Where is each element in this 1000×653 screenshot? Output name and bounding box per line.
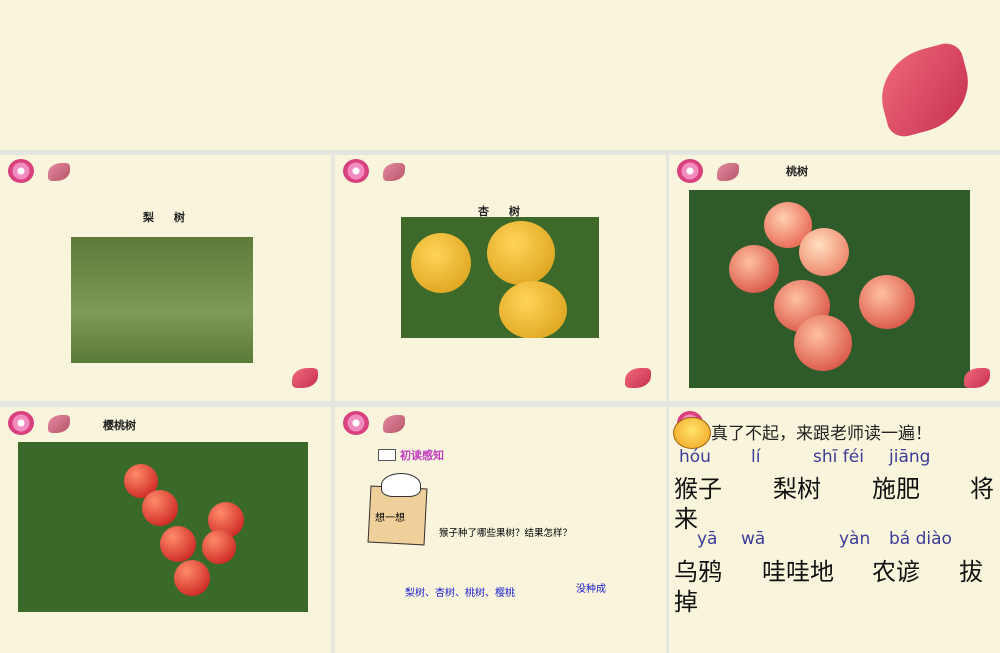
word: 农谚: [872, 558, 920, 586]
word: 哇哇地: [762, 558, 834, 586]
pinyin: jiāng: [889, 447, 931, 467]
question-text: 猴子种了哪些果树？结果怎样？: [439, 528, 573, 539]
pinyin: hóu: [679, 447, 711, 467]
pinyin: yàn: [839, 529, 871, 549]
slide-thumbnail-3[interactable]: 桃树: [669, 155, 1000, 401]
flower-icon: [341, 159, 371, 185]
butterfly-icon: [383, 415, 405, 433]
pinyin: wā: [741, 529, 766, 549]
peach-photo: [689, 190, 970, 388]
slide-title: 桃树: [786, 165, 808, 178]
butterfly-icon: [717, 163, 739, 181]
butterfly-icon: [48, 415, 70, 433]
word: 拔: [959, 558, 983, 586]
apricot-photo: [401, 217, 599, 338]
cherry-photo: [18, 442, 308, 612]
word: 来: [674, 505, 698, 533]
answer-text-2: 没种成: [576, 584, 606, 595]
word: 将: [970, 475, 994, 503]
pinyin: yā: [697, 529, 718, 549]
pinyin: lí: [751, 447, 761, 467]
think-label: 想一想: [375, 513, 405, 524]
slide-thumbnail-2[interactable]: 杏 树: [335, 155, 666, 401]
slide-thumbnail-5[interactable]: 初读感知 想一想 猴子种了哪些果树？结果怎样？ 梨树、杏树、桃树、樱桃 没种成: [335, 407, 666, 653]
section-label: 初读感知: [400, 449, 444, 462]
grinning-face-icon: [673, 417, 711, 449]
butterfly-icon: [625, 368, 651, 388]
flower-icon: [675, 159, 705, 185]
answer-text-1: 梨树、杏树、桃树、樱桃: [405, 588, 515, 599]
pear-tree-photo: [71, 237, 253, 363]
butterfly-icon: [383, 163, 405, 181]
butterfly-icon: [48, 163, 70, 181]
dog-head-icon: [381, 473, 421, 497]
flower-icon: [341, 411, 371, 437]
slide-title: 樱桃树: [103, 419, 136, 432]
current-slide-preview[interactable]: [0, 0, 1000, 150]
slide-thumbnail-6[interactable]: 真了不起，来跟老师读一遍！ hóu lí shī féi jiāng 猴子 梨树…: [669, 407, 1000, 653]
word: 施肥: [872, 475, 920, 503]
prompt-text: 真了不起，来跟老师读一遍！: [711, 424, 932, 444]
slide-title: 梨 树: [143, 211, 193, 224]
butterfly-icon: [964, 368, 990, 388]
pinyin: bá diào: [889, 529, 952, 549]
slide-thumbnail-1[interactable]: 梨 树: [0, 155, 331, 401]
book-icon: [378, 449, 396, 461]
flower-icon: [6, 411, 36, 437]
butterfly-icon: [292, 368, 318, 388]
pinyin: shī féi: [813, 447, 864, 467]
slide-thumbnail-4[interactable]: 樱桃树: [0, 407, 331, 653]
flower-icon: [6, 159, 36, 185]
butterfly-icon: [871, 39, 979, 141]
word: 梨树: [773, 475, 821, 503]
